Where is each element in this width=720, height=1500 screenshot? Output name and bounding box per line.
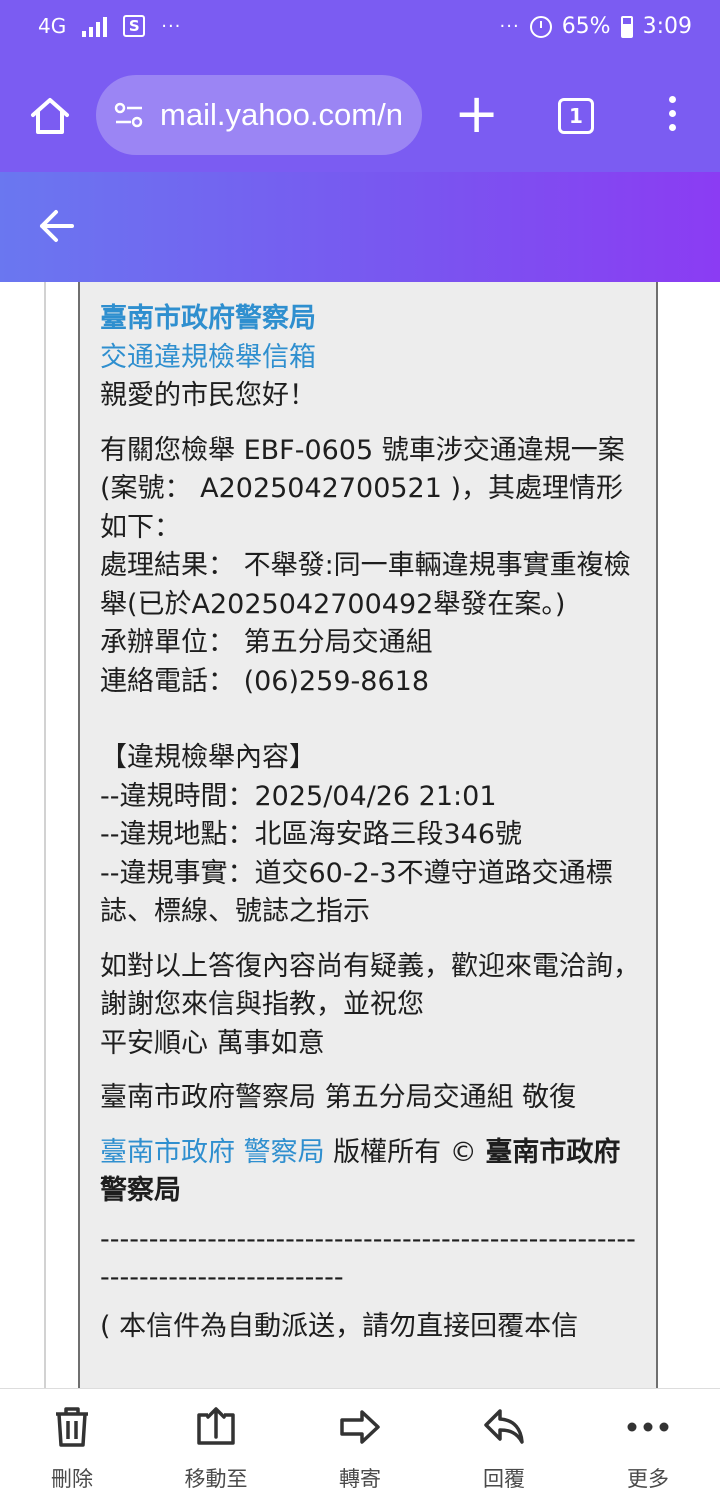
violation-time: --違規時間：2025/04/26 21:01 — [100, 780, 497, 812]
org-name: 臺南市政府警察局 — [100, 303, 316, 334]
browser-menu-icon[interactable] — [660, 96, 684, 136]
back-arrow-icon[interactable] — [34, 206, 78, 246]
site-settings-icon[interactable] — [114, 102, 144, 128]
browser-toolbar: mail.yahoo.com/n + 1 — [0, 62, 720, 172]
address-bar[interactable]: mail.yahoo.com/n — [96, 75, 422, 155]
forward-icon — [340, 1410, 380, 1444]
email-body-viewport[interactable]: 臺南市政府警察局 交通違規檢舉信箱 親愛的市民您好！ 有關您檢舉 EBF-060… — [0, 282, 720, 1388]
network-type: 4G — [38, 14, 67, 38]
wishes: 平安順心 萬事如意 — [100, 1027, 325, 1059]
move-to-icon — [197, 1407, 235, 1445]
delete-label: 刪除 — [51, 1467, 93, 1491]
violation-place: --違規地點：北區海安路三段346號 — [100, 819, 523, 850]
more-button[interactable]: 更多 — [588, 1389, 708, 1500]
email-message-card: 臺南市政府警察局 交通違規檢舉信箱 親愛的市民您好！ 有關您檢舉 EBF-060… — [78, 282, 658, 1388]
closing-paragraph: 如對以上答復內容尚有疑義，歡迎來電洽詢，謝謝您來信與指教，並祝您 — [100, 950, 640, 1021]
auto-notice: ( 本信件為自動派送，請勿直接回覆本信 — [100, 1310, 579, 1342]
clock: 3:09 — [642, 14, 692, 39]
more-icon — [627, 1422, 669, 1432]
quote-border — [44, 282, 46, 1388]
report-heading: 【違規檢舉內容】 — [100, 742, 316, 773]
reply-icon — [484, 1409, 524, 1444]
footer-rights: 版權所有 © — [324, 1136, 486, 1168]
more-status: ··· — [499, 16, 520, 37]
footer-copyright: 臺南市政府 警察局 版權所有 © 臺南市政府警察局 — [100, 1134, 640, 1211]
result-line: 處理結果： 不舉發:同一車輛違規事實重複檢舉(已於A2025042700492舉… — [100, 550, 631, 620]
intro-paragraph: 有關您檢舉 EBF-0605 號車涉交通違規一案 (案號： A202504270… — [100, 434, 625, 543]
signal-icon — [82, 15, 108, 37]
move-to-button[interactable]: 移動至 — [156, 1389, 276, 1500]
more-notifications: ··· — [161, 15, 182, 37]
forward-button[interactable]: 轉寄 — [300, 1389, 420, 1500]
greeting: 親愛的市民您好！ — [100, 380, 316, 411]
unit-line: 承辦單位： 第五分局交通組 — [100, 627, 433, 658]
battery-percent: 65% — [561, 14, 611, 39]
forward-label: 轉寄 — [339, 1467, 381, 1491]
tab-switcher-button[interactable]: 1 — [558, 98, 594, 134]
more-label: 更多 — [627, 1467, 669, 1491]
new-tab-icon[interactable]: + — [454, 87, 499, 141]
signature: 臺南市政府警察局 第五分局交通組 敬復 — [100, 1082, 577, 1113]
reply-button[interactable]: 回覆 — [444, 1389, 564, 1500]
delete-button[interactable]: 刪除 — [12, 1389, 132, 1500]
status-bar: 4G S ··· ··· 65% 3:09 — [0, 0, 720, 62]
email-text: 臺南市政府警察局 交通違規檢舉信箱 親愛的市民您好！ 有關您檢舉 EBF-060… — [100, 300, 640, 1346]
phone-line: 連絡電話： (06)259-8618 — [100, 665, 429, 697]
reply-label: 回覆 — [483, 1467, 525, 1491]
footer-link-police[interactable]: 警察局 — [244, 1137, 325, 1168]
alarm-icon — [529, 15, 552, 38]
home-icon[interactable] — [28, 94, 72, 138]
divider-line: ----------------------------------------… — [100, 1223, 636, 1294]
message-action-bar: 刪除 移動至 轉寄 回覆 更多 — [0, 1388, 720, 1500]
battery-icon — [620, 15, 633, 38]
mail-header — [0, 172, 720, 282]
violation-fact: --違規事實：道交60-2-3不遵守道路交通標誌、標線、號誌之指示 — [100, 857, 613, 928]
trash-icon — [56, 1407, 88, 1447]
url-text[interactable]: mail.yahoo.com/n — [160, 97, 403, 133]
shopping-bag-icon: S — [123, 15, 146, 37]
footer-link-city[interactable]: 臺南市政府 — [100, 1137, 235, 1168]
move-to-label: 移動至 — [184, 1467, 248, 1491]
mailbox-name: 交通違規檢舉信箱 — [100, 341, 316, 373]
